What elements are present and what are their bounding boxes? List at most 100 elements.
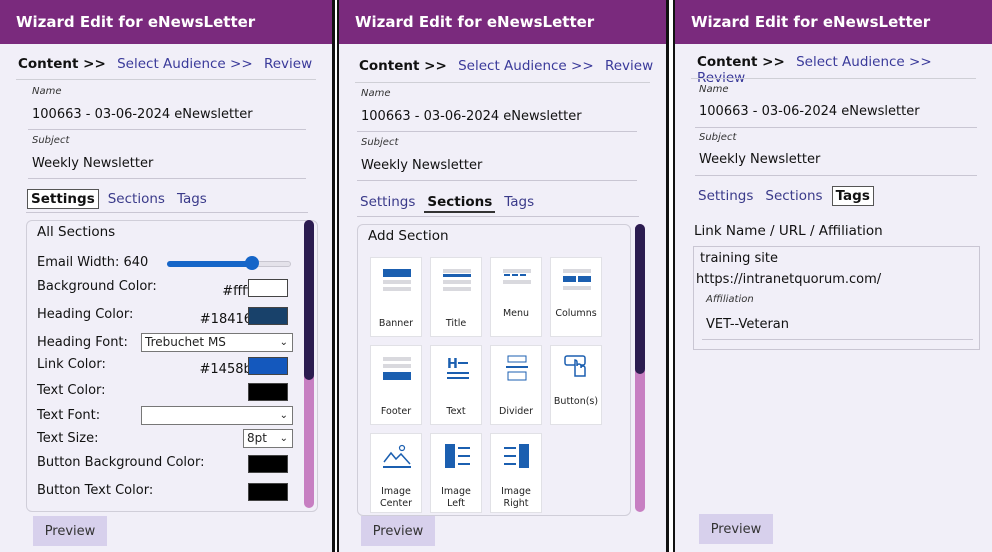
tile-columns[interactable]: Columns [550,257,602,337]
name-field[interactable]: 100663 - 03-06-2024 eNewsletter [32,107,253,122]
tags-header: Link Name / URL / Affiliation [694,223,883,239]
heading-color-swatch[interactable] [248,307,288,325]
tile-label: Image Right [501,486,531,509]
tile-label: Title [445,318,467,329]
text-size-value: 8pt [247,431,267,445]
tab-settings[interactable]: Settings [27,189,99,209]
chevron-down-icon: ⌄ [279,433,288,444]
divider-icon [506,355,528,381]
subtabs: Settings Sections Tags [27,189,216,209]
text-font-label: Text Font: [37,408,101,423]
tab-sections[interactable]: Sections [762,187,825,205]
sections-scrollbar[interactable] [635,224,645,512]
wizard-steps: Content >> Select Audience >> Review [18,56,319,72]
wizard-panel-sections: Wizard Edit for eNewsLetter Content >> S… [337,0,669,552]
tile-image-right[interactable]: Image Right [490,433,542,513]
subtabs-underline [357,216,639,217]
tile-label: Menu [502,308,530,319]
wizard-title: Wizard Edit for eNewsLetter [675,0,992,44]
text-size-label: Text Size: [37,431,99,446]
step-select-audience[interactable]: Select Audience >> [117,56,253,72]
tile-divider[interactable]: Divider [490,345,542,425]
tile-menu[interactable]: Menu [490,257,542,337]
tab-settings[interactable]: Settings [357,193,418,211]
email-width-slider[interactable] [167,256,291,270]
button-bg-swatch[interactable] [248,455,288,473]
columns-icon [563,269,591,290]
subject-field[interactable]: Weekly Newsletter [361,158,482,173]
tile-footer[interactable]: Footer [370,345,422,425]
subject-field[interactable]: Weekly Newsletter [32,156,153,171]
step-select-audience[interactable]: Select Audience >> [796,54,932,70]
pointer-button-icon [564,355,586,377]
name-field[interactable]: 100663 - 03-06-2024 eNewsletter [699,104,920,119]
image-right-icon [504,444,529,468]
step-review[interactable]: Review [605,58,653,74]
tab-tags[interactable]: Tags [174,190,210,208]
step-review[interactable]: Review [264,56,312,72]
tile-label: Columns [555,308,597,319]
tab-tags[interactable]: Tags [501,193,537,211]
text-size-select[interactable]: 8pt ⌄ [243,429,293,448]
subject-label: Subject [699,132,737,143]
button-text-swatch[interactable] [248,483,288,501]
subject-label: Subject [32,135,70,146]
image-icon [383,444,411,468]
button-bg-label: Button Background Color: [37,455,205,470]
name-underline [357,131,637,132]
subject-underline [695,175,977,176]
text-icon: H [447,357,469,379]
wizard-steps: Content >> Select Audience >> Review [359,58,660,74]
subject-underline [357,180,637,181]
name-label: Name [699,84,729,95]
scrollbar-thumb[interactable] [635,224,645,374]
wizard-divider [16,79,316,80]
preview-button[interactable]: Preview [33,516,107,546]
tab-tags[interactable]: Tags [831,186,874,206]
scrollbar-thumb[interactable] [304,220,314,380]
settings-scrollbar[interactable] [304,220,314,508]
tile-banner[interactable]: Banner [370,257,422,337]
subject-field[interactable]: Weekly Newsletter [699,152,820,167]
name-underline [28,129,306,130]
wizard-divider [355,82,650,83]
subject-label: Subject [361,137,399,148]
preview-button[interactable]: Preview [361,516,435,546]
tile-image-left[interactable]: Image Left [430,433,482,513]
step-content[interactable]: Content >> [359,58,447,74]
link-color-swatch[interactable] [248,357,288,375]
background-color-swatch[interactable] [248,279,288,297]
name-label: Name [361,88,391,99]
footer-icon [383,357,411,380]
tile-text[interactable]: H Text [430,345,482,425]
tag-entry[interactable]: training site https://intranetquorum.com… [693,246,980,350]
subtabs: Settings Sections Tags [357,193,543,213]
menu-icon [503,269,531,284]
tile-image-center[interactable]: Image Center [370,433,422,513]
tile-label: Footer [380,406,412,417]
preview-button[interactable]: Preview [699,514,773,544]
tile-title[interactable]: Title [430,257,482,337]
name-field[interactable]: 100663 - 03-06-2024 eNewsletter [361,109,582,124]
text-font-select[interactable]: ⌄ [141,406,293,425]
tab-sections[interactable]: Sections [424,193,496,213]
heading-font-value: Trebuchet MS [145,335,226,349]
wizard-steps: Content >> Select Audience >> Review [697,54,992,86]
tile-label: Button(s) [553,396,599,407]
tile-label: Banner [378,318,414,329]
step-content[interactable]: Content >> [697,54,785,70]
tab-sections[interactable]: Sections [105,190,168,208]
tag-url: https://intranetquorum.com/ [696,272,882,287]
tile-buttons[interactable]: Button(s) [550,345,602,425]
text-color-swatch[interactable] [248,383,288,401]
tab-settings[interactable]: Settings [695,187,756,205]
tile-label: Divider [499,406,533,417]
group-title: Add Section [368,228,449,244]
step-content[interactable]: Content >> [18,56,106,72]
affiliation-underline [702,339,973,340]
heading-font-select[interactable]: Trebuchet MS ⌄ [141,333,293,352]
chevron-down-icon: ⌄ [279,337,288,348]
affiliation-label: Affiliation [706,294,754,305]
step-select-audience[interactable]: Select Audience >> [458,58,594,74]
chevron-down-icon: ⌄ [279,410,288,421]
